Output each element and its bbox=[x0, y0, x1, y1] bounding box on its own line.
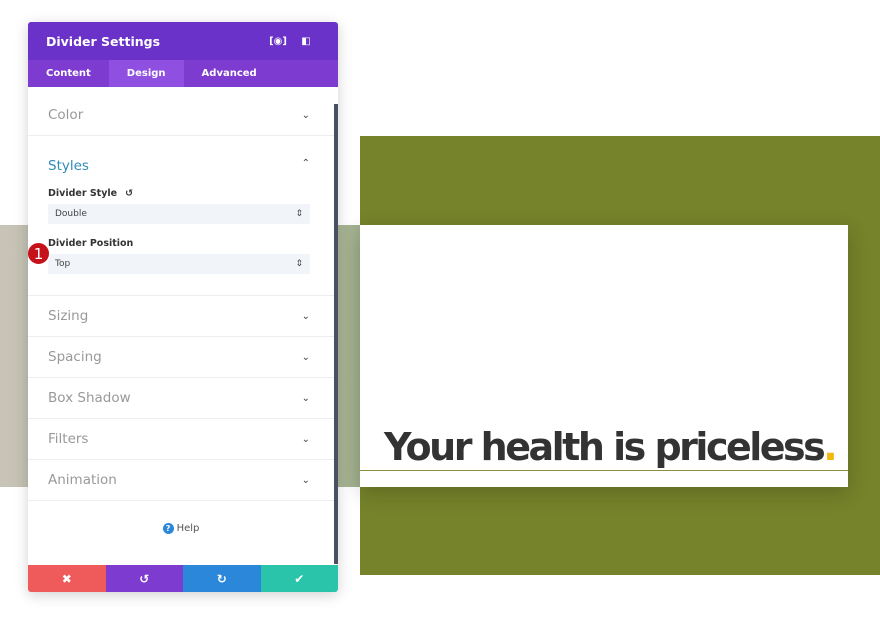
select-arrows-icon: ⇕ bbox=[295, 209, 303, 219]
chevron-down-icon: ⌄ bbox=[301, 351, 310, 363]
panel-footer: ✖ ↺ ↻ ✔ bbox=[28, 565, 338, 592]
preview-card: Your health is priceless. bbox=[360, 225, 848, 487]
help-link[interactable]: ? Help bbox=[28, 501, 334, 534]
styles-header[interactable]: Styles ⌃ bbox=[48, 136, 310, 174]
headline: Your health is priceless. bbox=[384, 425, 838, 469]
scrollbar[interactable] bbox=[334, 104, 338, 564]
chevron-down-icon: ⌄ bbox=[301, 433, 310, 445]
step-marker: 1 bbox=[28, 242, 50, 265]
divider-position-label: Divider Position bbox=[48, 238, 134, 249]
section-box-shadow[interactable]: Box Shadow ⌄ bbox=[28, 378, 334, 419]
chevron-up-icon: ⌃ bbox=[301, 158, 310, 169]
sidebar-layout-icon[interactable]: ◧ bbox=[292, 36, 320, 47]
section-spacing[interactable]: Spacing ⌄ bbox=[28, 337, 334, 378]
section-filters[interactable]: Filters ⌄ bbox=[28, 419, 334, 460]
panel-header: Divider Settings [◉] ◧ bbox=[28, 22, 338, 60]
chevron-down-icon: ⌄ bbox=[301, 109, 310, 121]
cancel-button[interactable]: ✖ bbox=[28, 565, 106, 592]
panel-body: Color ⌄ Styles ⌃ Divider Style ↺ Double ⇕ Di… bbox=[28, 87, 334, 564]
chevron-down-icon: ⌄ bbox=[301, 392, 310, 404]
undo-button[interactable]: ↺ bbox=[105, 565, 183, 592]
section-color[interactable]: Color ⌄ bbox=[28, 95, 334, 136]
select-arrows-icon: ⇕ bbox=[295, 259, 303, 269]
section-styles: Styles ⌃ Divider Style ↺ Double ⇕ Divider P… bbox=[28, 136, 334, 296]
divider-style-label: Divider Style bbox=[48, 188, 118, 199]
chevron-down-icon: ⌄ bbox=[301, 474, 310, 486]
section-animation[interactable]: Animation ⌄ bbox=[28, 460, 334, 501]
divider-style-select[interactable]: Double ⇕ bbox=[48, 204, 310, 224]
divider-position-select[interactable]: Top ⇕ bbox=[48, 254, 310, 274]
reset-icon[interactable]: ↺ bbox=[125, 188, 133, 199]
save-button[interactable]: ✔ bbox=[260, 565, 338, 592]
panel-tabs: Content Design Advanced bbox=[28, 60, 338, 87]
fullscreen-icon[interactable]: [◉] bbox=[264, 36, 292, 47]
tab-advanced[interactable]: Advanced bbox=[184, 60, 275, 87]
section-sizing[interactable]: Sizing ⌄ bbox=[28, 296, 334, 337]
tab-design[interactable]: Design bbox=[108, 60, 184, 87]
help-icon: ? bbox=[162, 523, 174, 534]
panel-title: Divider Settings bbox=[46, 33, 161, 49]
chevron-down-icon: ⌄ bbox=[301, 310, 310, 322]
redo-button[interactable]: ↻ bbox=[183, 565, 261, 592]
divider-line bbox=[360, 470, 848, 471]
divider-settings-panel: Divider Settings [◉] ◧ Content Design Ad… bbox=[28, 22, 338, 592]
tab-content[interactable]: Content bbox=[28, 60, 109, 87]
